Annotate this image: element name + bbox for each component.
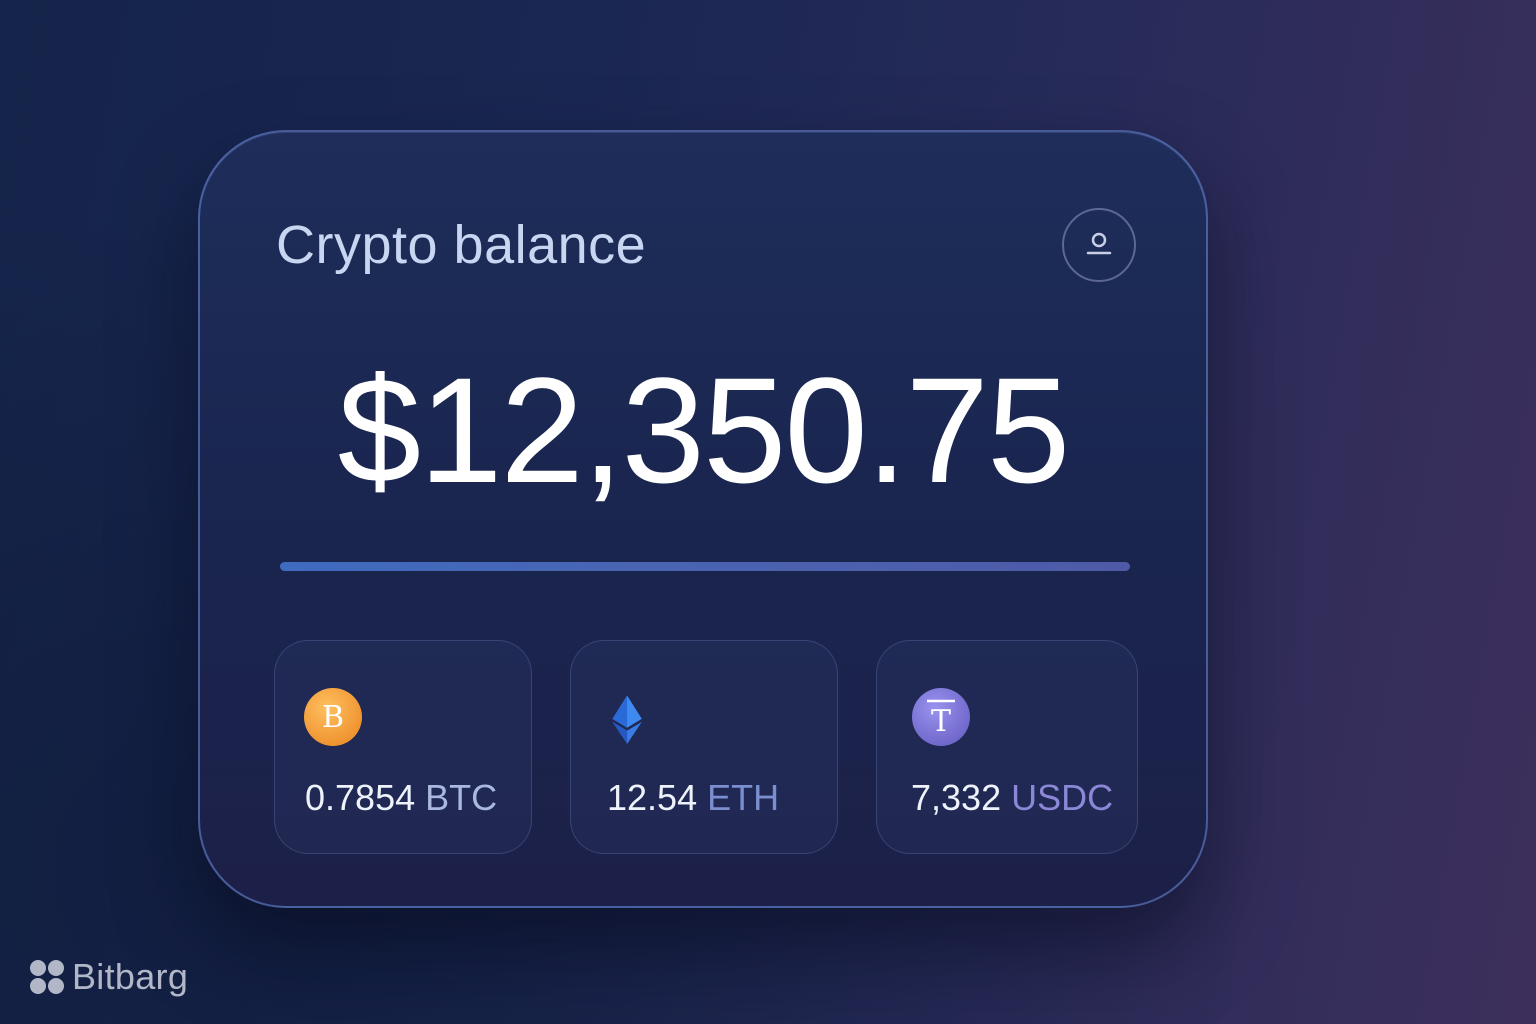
btc-ticker: BTC <box>425 777 498 818</box>
user-icon <box>1086 232 1112 255</box>
card-title: Crypto balance <box>276 215 647 275</box>
bitcoin-icon: B <box>304 688 362 746</box>
balance-divider <box>280 562 1130 571</box>
brand-watermark: Bitbarg <box>28 956 188 998</box>
tether-icon: T <box>912 688 970 746</box>
ethereum-icon <box>612 695 642 744</box>
usdc-amount-value: 7,332 <box>911 777 1002 818</box>
asset-tile-btc[interactable]: B 0.7854 BTC <box>274 640 532 854</box>
asset-amount-usdc: 7,332 USDC <box>911 777 1113 819</box>
balance-card: Crypto balance $12,350.75 B 0.7854 BTC 1… <box>198 130 1208 908</box>
total-balance: $12,350.75 <box>337 346 1071 514</box>
brand-name: Bitbarg <box>72 956 189 997</box>
asset-tile-eth[interactable]: 12.54 ETH <box>570 640 838 854</box>
asset-amount-btc: 0.7854 BTC <box>305 777 497 819</box>
profile-button[interactable] <box>1062 208 1136 282</box>
btc-amount-value: 0.7854 <box>305 777 416 818</box>
eth-ticker: ETH <box>707 777 780 818</box>
bitbarg-logo-icon <box>30 960 64 994</box>
usdc-ticker: USDC <box>1011 777 1114 818</box>
asset-amount-eth: 12.54 ETH <box>607 777 779 819</box>
svg-text:B: B <box>322 700 344 735</box>
asset-tile-usdc[interactable]: T 7,332 USDC <box>876 640 1138 854</box>
svg-text:T: T <box>931 704 951 739</box>
eth-amount-value: 12.54 <box>607 777 698 818</box>
